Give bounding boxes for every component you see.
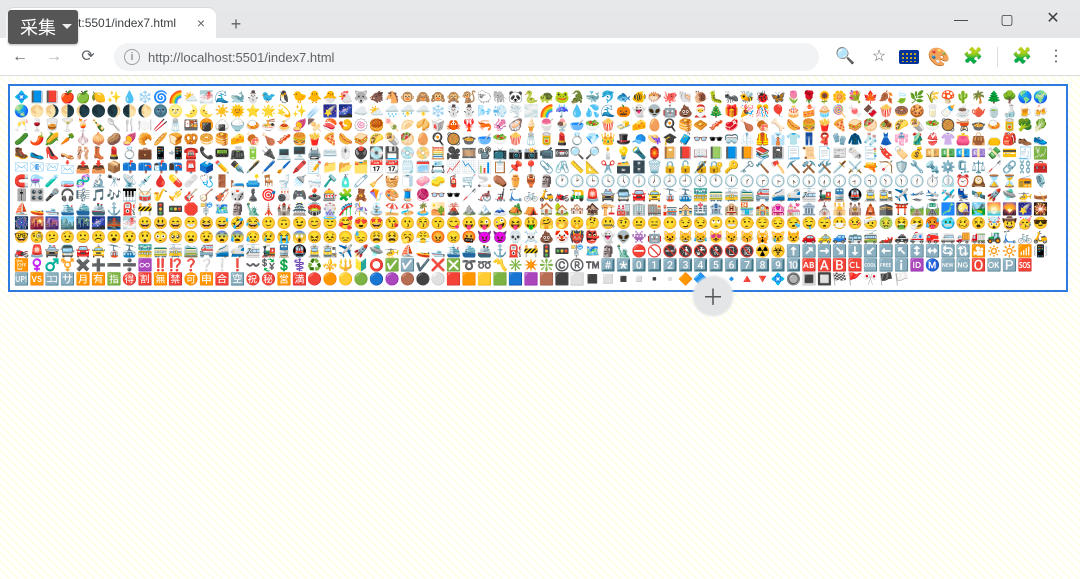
window-close-button[interactable]: ✕ [1030,4,1076,34]
page-content: 💠📘📕🍎🍏🍋✨💧❄️🌀🌈⛅🌁🌊🐋⛄🐦🐧🐤🐥🐣🐔🐺🐗🐴🐵🙈🙉🙊🐒🐑🐘🐼🐍🐢🐸🐊🐳🐬… [0,76,1080,579]
emoji-grid[interactable]: 💠📘📕🍎🍏🍋✨💧❄️🌀🌈⛅🌁🌊🐋⛄🐦🐧🐤🐥🐣🐔🐺🐗🐴🐵🙈🙉🙊🐒🐑🐘🐼🐍🐢🐸🐊🐳🐬… [8,84,1068,292]
window-maximize-button[interactable]: ▢ [984,4,1030,34]
nav-reload-button[interactable]: ⟳ [74,43,102,71]
nav-back-button[interactable]: ← [6,43,34,71]
close-icon[interactable]: × [194,16,208,30]
profile-icon[interactable]: 🧩 [1008,43,1036,71]
separator [997,47,998,67]
address-bar[interactable]: i http://localhost:5501/index7.html [114,43,819,71]
menu-icon[interactable]: ⋮ [1042,43,1070,71]
search-icon[interactable]: 🔍 [831,43,859,71]
bookmark-star-icon[interactable]: ☆ [865,43,893,71]
eu-flag-icon[interactable] [899,50,919,64]
tab-strip: localhost:5501/index7.html × + [0,0,1080,38]
nav-forward-button: → [40,43,68,71]
extensions-icon[interactable]: 🧩 [959,43,987,71]
site-info-icon[interactable]: i [124,49,140,65]
address-bar-url: http://localhost:5501/index7.html [148,50,334,65]
paint-icon[interactable]: 🎨 [925,43,953,71]
collect-overlay[interactable]: 采集 [8,10,78,44]
window-minimize-button[interactable]: — [938,4,984,34]
new-tab-button[interactable]: + [222,10,250,38]
touch-cursor-icon: ＋ [691,274,735,318]
